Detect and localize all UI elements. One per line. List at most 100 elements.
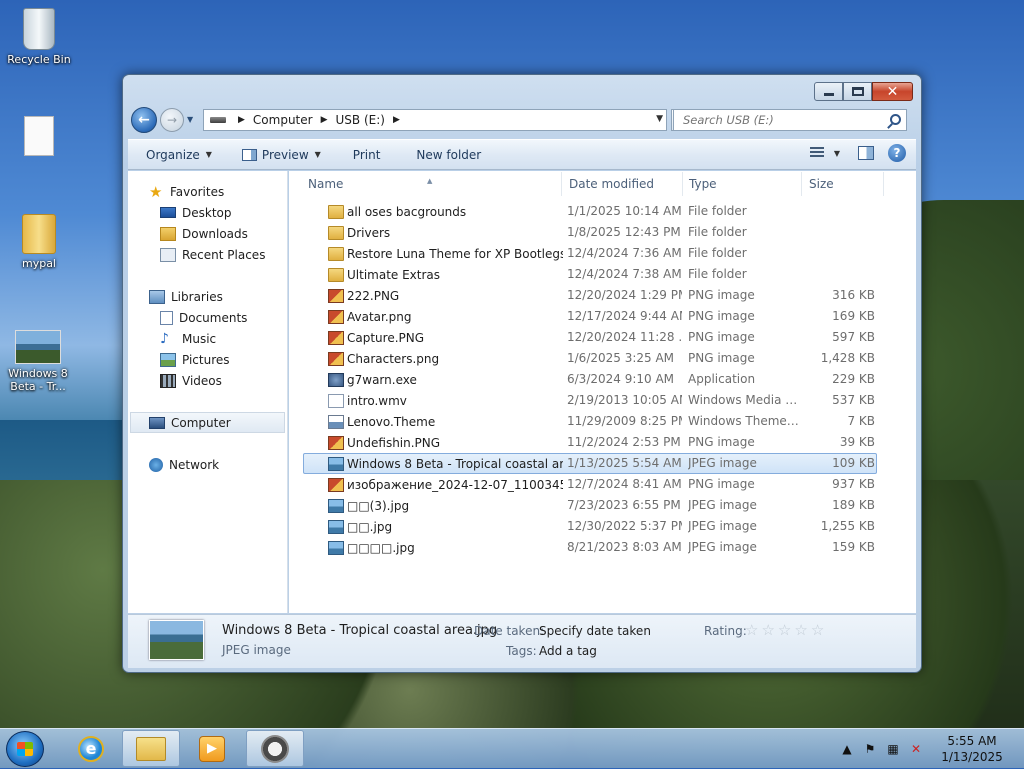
file-date: 12/20/2024 11:28 ... — [567, 330, 682, 344]
nav-computer[interactable]: Computer — [130, 412, 285, 433]
show-hidden-icons-icon[interactable]: ▲ — [840, 742, 854, 756]
taskbar-internet-explorer[interactable]: e — [62, 730, 120, 767]
nav-label: Downloads — [182, 226, 248, 241]
views-dropdown-icon[interactable]: ▼ — [834, 149, 840, 158]
close-button[interactable]: ✕ — [872, 82, 913, 101]
nav-network[interactable]: Network — [128, 454, 287, 475]
action-center-flag-icon[interactable]: ⚑ — [863, 742, 877, 756]
table-row[interactable]: Drivers 1/8/2025 12:43 PM File folder — [289, 222, 916, 243]
change-view-icon[interactable] — [809, 147, 824, 159]
back-button[interactable]: ← — [131, 107, 157, 133]
file-name: □□□□.jpg — [347, 541, 415, 555]
file-rows: all oses bacgrounds 1/1/2025 10:14 AM File… — [289, 201, 916, 558]
breadcrumb-separator-icon[interactable]: ▶ — [321, 115, 328, 125]
table-row[interactable]: Characters.png 1/6/2025 3:25 AM PNG image 1… — [289, 348, 916, 369]
file-type: JPEG image — [688, 540, 757, 554]
nav-downloads[interactable]: Downloads — [128, 223, 287, 244]
address-dropdown-icon[interactable]: ▼ — [656, 114, 663, 124]
nav-videos[interactable]: Videos — [128, 370, 287, 391]
clock[interactable]: 5:55 AM 1/13/2025 — [932, 733, 1012, 765]
jpg-icon — [328, 541, 344, 555]
file-size: 159 KB — [832, 540, 875, 554]
navigation-pane: ★ Favorites Desktop Downloads Recent Pla… — [128, 171, 288, 613]
print-label: Print — [352, 147, 381, 162]
address-bar[interactable]: ▶ Computer ▶ USB (E:) ▶ ▼ — [203, 109, 667, 131]
table-row[interactable]: □□(3).jpg 7/23/2023 6:55 PM JPEG image 189 … — [289, 495, 916, 516]
desktop-icon-recycle-bin[interactable]: Recycle Bin — [1, 8, 77, 66]
table-row[interactable]: Undefishin.PNG 11/2/2024 2:53 PM PNG image… — [289, 432, 916, 453]
star-icon[interactable]: ☆ — [745, 623, 758, 638]
taskbar-media-player[interactable]: ▶ — [183, 730, 241, 767]
new-folder-button[interactable]: New folder — [412, 146, 485, 164]
search-input[interactable] — [681, 112, 881, 128]
breadcrumb-separator-icon[interactable]: ▶ — [238, 115, 245, 125]
nav-desktop[interactable]: Desktop — [128, 202, 287, 223]
nav-pictures[interactable]: Pictures — [128, 349, 287, 370]
star-icon[interactable]: ☆ — [811, 623, 824, 638]
help-icon[interactable]: ? — [888, 144, 906, 162]
search-icon[interactable] — [890, 114, 901, 125]
network-tray-icon[interactable]: ▦ — [886, 742, 900, 756]
maximize-button[interactable] — [843, 82, 872, 101]
documents-icon — [160, 310, 173, 325]
clock-time: 5:55 AM — [947, 734, 997, 748]
taskbar-raccoon-app[interactable] — [246, 730, 304, 767]
table-row[interactable]: изображение_2024-12-07_110034574.png 12/7… — [289, 474, 916, 495]
preview-button[interactable]: Preview ▼ — [238, 146, 325, 164]
desktop-icon-mypal[interactable]: mypal — [1, 214, 77, 270]
table-row[interactable]: Capture.PNG 12/20/2024 11:28 ... PNG image… — [289, 327, 916, 348]
star-icon[interactable]: ☆ — [761, 623, 774, 638]
start-button[interactable] — [6, 731, 44, 767]
column-header-date[interactable]: Date modified — [569, 177, 654, 191]
windows-explorer-icon — [136, 736, 166, 761]
file-name: □□(3).jpg — [347, 499, 410, 513]
nav-documents[interactable]: Documents — [128, 307, 287, 328]
file-name-cell: □□□□.jpg — [328, 540, 563, 556]
desktop-icon-blank-file[interactable] — [1, 116, 77, 159]
breadcrumb-usb[interactable]: USB (E:) — [336, 113, 385, 127]
breadcrumb-computer[interactable]: Computer — [253, 113, 313, 127]
nav-recent-places[interactable]: Recent Places — [128, 244, 287, 265]
folder-icon — [328, 226, 344, 240]
star-icon[interactable]: ☆ — [778, 623, 791, 638]
table-row-selected[interactable]: Windows 8 Beta - Tropical coastal area.j… — [303, 453, 877, 474]
nav-favorites[interactable]: ★ Favorites — [128, 181, 287, 202]
star-icon[interactable]: ☆ — [794, 623, 807, 638]
file-size: 169 KB — [832, 309, 875, 323]
table-row[interactable]: Lenovo.Theme 11/29/2009 8:25 PM Windows Th… — [289, 411, 916, 432]
print-button[interactable]: Print — [349, 146, 385, 164]
file-name: g7warn.exe — [347, 373, 417, 387]
tags-value[interactable]: Add a tag — [539, 644, 597, 658]
column-header-size[interactable]: Size — [809, 177, 834, 191]
table-row[interactable]: all oses bacgrounds 1/1/2025 10:14 AM File… — [289, 201, 916, 222]
table-row[interactable]: Ultimate Extras 12/4/2024 7:38 AM File fol… — [289, 264, 916, 285]
nav-music[interactable]: ♪ Music — [128, 328, 287, 349]
column-header-type[interactable]: Type — [689, 177, 717, 191]
table-row[interactable]: □□.jpg 12/30/2022 5:37 PM JPEG image 1,255 … — [289, 516, 916, 537]
forward-button[interactable]: → — [160, 108, 184, 132]
table-row[interactable]: □□□□.jpg 8/21/2023 8:03 AM JPEG image 159 K… — [289, 537, 916, 558]
volume-muted-icon[interactable]: ✕ — [909, 742, 923, 756]
file-name-cell: Capture.PNG — [328, 330, 563, 346]
table-row[interactable]: Avatar.png 12/17/2024 9:44 AM PNG image 169… — [289, 306, 916, 327]
file-date: 7/23/2023 6:55 PM — [567, 498, 681, 512]
breadcrumb-separator-icon[interactable]: ▶ — [393, 115, 400, 125]
nav-libraries[interactable]: Libraries — [128, 286, 287, 307]
rating-stars[interactable]: ☆ ☆ ☆ ☆ ☆ — [745, 623, 827, 638]
taskbar-windows-explorer[interactable] — [122, 730, 180, 767]
organize-button[interactable]: Organize ▼ — [142, 146, 216, 164]
media-player-icon: ▶ — [199, 735, 225, 762]
png-icon — [328, 436, 344, 450]
recent-pages-dropdown[interactable]: ▼ — [187, 115, 196, 124]
table-row[interactable]: intro.wmv 2/19/2013 10:05 AM Windows Media… — [289, 390, 916, 411]
table-row[interactable]: 222.PNG 12/20/2024 1:29 PM PNG image 316 KB — [289, 285, 916, 306]
table-row[interactable]: Restore Luna Theme for XP Bootlegs 12/4/2… — [289, 243, 916, 264]
column-header-name[interactable]: Name — [308, 177, 343, 191]
preview-pane-icon[interactable] — [858, 146, 874, 160]
file-type: JPEG image — [688, 519, 757, 533]
table-row[interactable]: g7warn.exe 6/3/2024 9:10 AM Application 229… — [289, 369, 916, 390]
png-icon — [328, 310, 344, 324]
minimize-button[interactable] — [814, 82, 843, 101]
date-taken-value[interactable]: Specify date taken — [539, 624, 651, 638]
desktop-icon-windows8-image[interactable]: Windows 8 Beta - Tr... — [0, 330, 76, 393]
